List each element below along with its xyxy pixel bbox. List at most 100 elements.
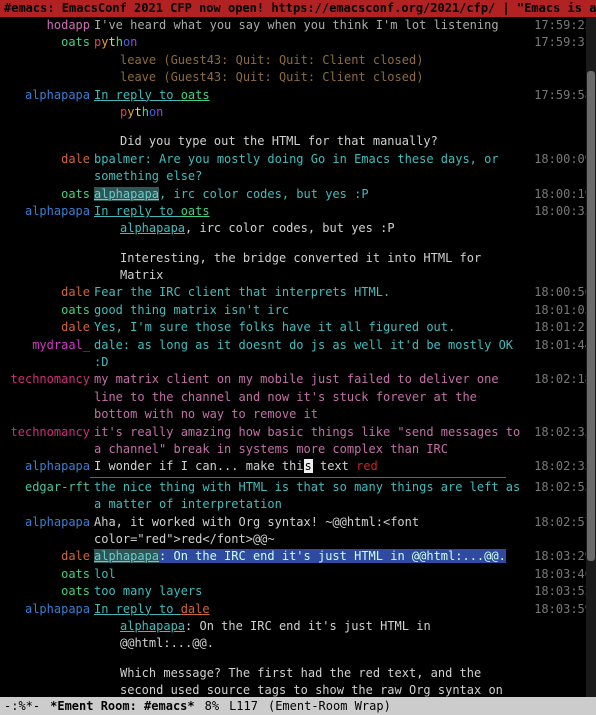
mention-link[interactable]: alphapapa: [94, 187, 159, 201]
mention-link[interactable]: alphapapa: [120, 619, 185, 633]
message-body: python: [94, 104, 528, 121]
nick[interactable]: oats: [61, 584, 90, 598]
cursor: s: [304, 459, 313, 473]
reply-target[interactable]: dale: [181, 602, 210, 616]
timestamp: 18:03:59: [528, 601, 592, 618]
nick-column: alphapapa: [4, 458, 94, 475]
message-row: hodapp I've heard what you say when you t…: [0, 17, 596, 34]
nick[interactable]: oats: [61, 567, 90, 581]
message-body: I wonder if I can... make this text red: [94, 458, 528, 475]
timestamp: 18:03:29: [528, 548, 592, 565]
message-row: leave (Guest43: Quit: Quit: Client close…: [0, 52, 596, 69]
timestamp: 17:59:31: [528, 34, 592, 51]
nick[interactable]: dale: [61, 285, 90, 299]
reply-prefix[interactable]: In reply to: [94, 602, 181, 616]
nick-column: oats: [4, 302, 94, 319]
nick-column: alphapapa: [4, 601, 94, 618]
nick[interactable]: technomancy: [11, 425, 90, 439]
message-row: Did you type out the HTML for that manua…: [0, 133, 596, 150]
text: the nice thing with HTML is that so many…: [94, 480, 520, 511]
nick[interactable]: oats: [61, 303, 90, 317]
message-row: python: [0, 104, 596, 121]
message-body: lol: [94, 566, 528, 583]
message-row: dale bpalmer: Are you mostly doing Go in …: [0, 151, 596, 186]
nick[interactable]: dale: [61, 549, 90, 563]
nick-column: oats: [4, 186, 94, 203]
reply-prefix[interactable]: In reply to: [94, 88, 181, 102]
nick[interactable]: alphapapa: [25, 515, 90, 529]
message-row: leave (Guest43: Quit: Quit: Client close…: [0, 69, 596, 86]
nick-column: oats: [4, 566, 94, 583]
reply-target[interactable]: oats: [181, 88, 210, 102]
nick[interactable]: dale: [61, 152, 90, 166]
nick-column: oats: [4, 583, 94, 600]
text: it's really amazing how basic things lik…: [94, 425, 520, 456]
nick-column: alphapapa: [4, 203, 94, 220]
text: I've heard what you say when you think I…: [94, 18, 499, 32]
message-body: too many layers: [94, 583, 528, 600]
message-body: bpalmer: Are you mostly doing Go in Emac…: [94, 151, 528, 186]
message-row: alphapapa Aha, it worked with Org syntax!…: [0, 514, 596, 549]
blank-line: [0, 121, 596, 133]
message-row: dale alphapapa: On the IRC end it's just …: [0, 548, 596, 565]
message-row: oats python17:59:31: [0, 34, 596, 51]
blank-line: [0, 238, 596, 250]
nick[interactable]: alphapapa: [25, 88, 90, 102]
text: dale: as long as it doesnt do js as well…: [94, 338, 513, 369]
nick[interactable]: mydraal_: [32, 338, 90, 352]
scrollbar[interactable]: [586, 17, 596, 697]
mode-line: -:%*- *Ement Room: #emacs* 8% L117 (Emen…: [0, 697, 596, 715]
timestamp: 18:01:21: [528, 319, 592, 336]
nick[interactable]: edgar-rft: [25, 480, 90, 494]
red-text: red: [356, 459, 378, 473]
rainbow-python: python: [120, 105, 163, 119]
text: too many layers: [94, 584, 202, 598]
read-marker: [90, 477, 506, 478]
message-body: Interesting, the bridge converted it int…: [94, 250, 528, 285]
message-body: alphapapa, irc color codes, but yes :P: [94, 186, 528, 203]
message-row: dale Yes, I'm sure those folks have it al…: [0, 319, 596, 336]
reply-target[interactable]: oats: [181, 204, 210, 218]
nick-column: technomancy: [4, 424, 94, 441]
message-body: good thing matrix isn't irc: [94, 302, 528, 319]
nick-column: mydraal_: [4, 337, 94, 354]
nick[interactable]: alphapapa: [25, 459, 90, 473]
nick[interactable]: alphapapa: [25, 204, 90, 218]
nick-column: dale: [4, 284, 94, 301]
nick-column: alphapapa: [4, 514, 94, 531]
message-body: leave (Guest43: Quit: Quit: Client close…: [94, 69, 528, 86]
message-body: alphapapa: On the IRC end it's just HTML…: [94, 618, 528, 653]
text: , irc color codes, but yes :P: [185, 221, 395, 235]
message-body: dale: as long as it doesnt do js as well…: [94, 337, 528, 372]
mention-link[interactable]: alphapapa: [94, 549, 159, 563]
mention-link[interactable]: alphapapa: [120, 221, 185, 235]
timestamp: 18:02:35: [528, 424, 592, 441]
message-body: the nice thing with HTML is that so many…: [94, 479, 528, 514]
timestamp: 18:00:35: [528, 203, 592, 220]
message-body: Aha, it worked with Org syntax! ~@@html:…: [94, 514, 528, 549]
message-body: Yes, I'm sure those folks have it all fi…: [94, 319, 528, 336]
nick[interactable]: alphapapa: [25, 602, 90, 616]
nick-column: edgar-rft: [4, 479, 94, 496]
nick[interactable]: oats: [61, 35, 90, 49]
nick[interactable]: dale: [61, 320, 90, 334]
message-row: technomancy it's really amazing how basic…: [0, 424, 596, 459]
app-root: #emacs: EmacsConf 2021 CFP now open! htt…: [0, 0, 596, 715]
channel-name: #emacs: [4, 1, 47, 15]
message-row: Which message? The first had the red tex…: [0, 665, 596, 697]
reply-prefix[interactable]: In reply to: [94, 204, 181, 218]
message-body: alphapapa: On the IRC end it's just HTML…: [94, 548, 528, 565]
message-body: In reply to oats: [94, 203, 528, 220]
blank-line: [0, 653, 596, 665]
message-scroll-area[interactable]: hodapp I've heard what you say when you t…: [0, 17, 596, 697]
timestamp: 18:01:05: [528, 302, 592, 319]
nick[interactable]: technomancy: [11, 372, 90, 386]
message-row: alphapapaIn reply to oats18:00:35: [0, 203, 596, 220]
scrollbar-thumb[interactable]: [587, 71, 595, 561]
text: Interesting, the bridge converted it int…: [120, 251, 481, 282]
message-body: python: [94, 34, 528, 51]
nick[interactable]: hodapp: [47, 18, 90, 32]
nick[interactable]: oats: [61, 187, 90, 201]
highlighted-text: : On the IRC end it's just HTML in @@htm…: [159, 549, 506, 563]
message-body: alphapapa, irc color codes, but yes :P: [94, 220, 528, 237]
